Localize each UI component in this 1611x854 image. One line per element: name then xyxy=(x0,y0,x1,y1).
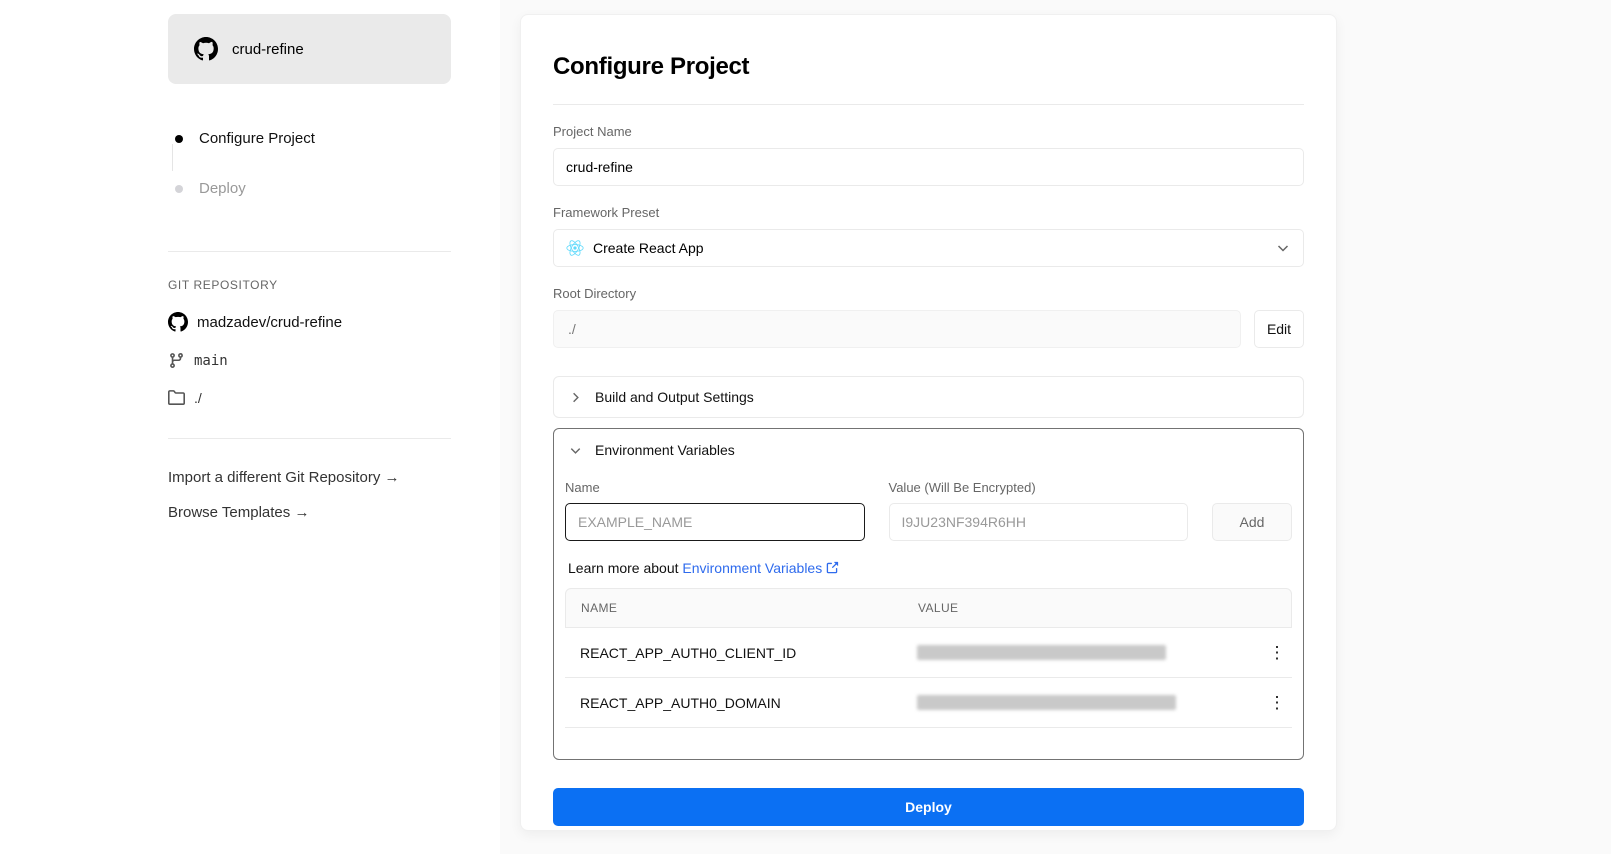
framework-preset-label: Framework Preset xyxy=(553,205,660,220)
git-repo-row: madzadev/crud-refine xyxy=(168,312,451,332)
page-title: Configure Project xyxy=(553,53,750,80)
env-var-value-hidden xyxy=(917,645,1262,660)
git-branch-name: main xyxy=(194,352,228,369)
env-var-value-hidden xyxy=(917,695,1262,710)
root-directory-row: ./ Edit xyxy=(553,310,1304,348)
git-repository-heading: GIT REPOSITORY xyxy=(168,278,278,292)
browse-templates-link[interactable]: Browse Templates → xyxy=(168,504,451,521)
step-deploy: Deploy xyxy=(175,180,451,197)
env-learn-more: Learn more about Environment Variables xyxy=(568,560,1292,576)
chevron-down-icon xyxy=(570,447,581,454)
environment-variables-header[interactable]: Environment Variables xyxy=(565,442,1292,458)
environment-variables-link[interactable]: Environment Variables xyxy=(682,560,839,576)
step-label: Deploy xyxy=(199,180,246,197)
environment-variables-section: Environment Variables Name Value (Will B… xyxy=(553,428,1304,760)
learn-more-text: Learn more about xyxy=(568,560,683,576)
repo-badge-name: crud-refine xyxy=(232,40,304,58)
sidebar-links: Import a different Git Repository → Brow… xyxy=(168,469,451,521)
env-table-header: NAME VALUE xyxy=(565,588,1292,628)
chevron-down-icon xyxy=(1277,245,1289,252)
env-name-input[interactable] xyxy=(565,503,865,541)
git-root-row: ./ xyxy=(168,389,451,406)
folder-icon xyxy=(168,390,185,405)
build-output-settings-section[interactable]: Build and Output Settings xyxy=(553,376,1304,418)
step-connector-line xyxy=(171,144,173,171)
project-name-label: Project Name xyxy=(553,124,632,139)
configure-project-card: Configure Project Project Name Framework… xyxy=(520,14,1337,831)
step-dot-active xyxy=(175,134,183,143)
git-branch-row: main xyxy=(168,352,451,369)
table-row: REACT_APP_AUTH0_CLIENT_ID ⋮ xyxy=(565,628,1292,678)
env-value-label: Value (Will Be Encrypted) xyxy=(888,480,1036,495)
env-value-input[interactable] xyxy=(888,503,1188,541)
env-var-name: REACT_APP_AUTH0_CLIENT_ID xyxy=(580,644,797,661)
external-link-icon xyxy=(826,561,839,574)
import-different-repo-link[interactable]: Import a different Git Repository → xyxy=(168,469,451,486)
environment-variables-label: Environment Variables xyxy=(595,442,735,458)
env-var-name: REACT_APP_AUTH0_DOMAIN xyxy=(580,694,781,711)
build-output-settings-label: Build and Output Settings xyxy=(595,389,754,405)
chevron-right-icon xyxy=(573,392,579,402)
react-icon xyxy=(566,240,584,256)
deploy-button[interactable]: Deploy xyxy=(553,788,1304,826)
row-menu-kebab-icon[interactable]: ⋮ xyxy=(1262,644,1292,661)
git-root-path: ./ xyxy=(194,389,202,406)
github-icon xyxy=(194,37,218,61)
row-menu-kebab-icon[interactable]: ⋮ xyxy=(1262,694,1292,711)
redacted-value xyxy=(917,645,1166,660)
framework-preset-value: Create React App xyxy=(593,240,704,256)
step-indicator: Configure Project Deploy xyxy=(168,130,451,197)
project-name-input[interactable] xyxy=(553,148,1304,186)
redacted-value xyxy=(917,695,1176,710)
root-directory-input: ./ xyxy=(553,310,1241,348)
sidebar-divider xyxy=(168,438,451,439)
step-dot-upcoming xyxy=(175,184,183,193)
env-name-label: Name xyxy=(565,480,600,495)
edit-root-directory-button[interactable]: Edit xyxy=(1254,310,1304,348)
git-branch-icon xyxy=(170,353,183,368)
table-row: REACT_APP_AUTH0_DOMAIN ⋮ xyxy=(565,678,1292,728)
github-icon xyxy=(168,312,188,332)
root-directory-label: Root Directory xyxy=(553,286,637,301)
step-label: Configure Project xyxy=(199,130,315,147)
framework-preset-select[interactable]: Create React App xyxy=(553,229,1304,267)
sidebar: crud-refine Configure Project Deploy GIT… xyxy=(168,14,451,521)
env-table-name-header: NAME xyxy=(581,601,618,615)
repo-badge: crud-refine xyxy=(168,14,451,84)
add-env-var-button[interactable]: Add xyxy=(1212,503,1292,541)
title-divider xyxy=(553,104,1304,105)
env-input-row: Name Value (Will Be Encrypted) Add xyxy=(565,460,1292,541)
env-table-value-header: VALUE xyxy=(918,601,959,615)
env-vars-table: NAME VALUE REACT_APP_AUTH0_CLIENT_ID ⋮ R… xyxy=(565,588,1292,728)
sidebar-divider xyxy=(168,251,451,252)
git-repo-name: madzadev/crud-refine xyxy=(197,313,343,331)
step-configure-project: Configure Project xyxy=(175,130,451,147)
git-repository-section: GIT REPOSITORY madzadev/crud-refine main… xyxy=(168,278,451,406)
